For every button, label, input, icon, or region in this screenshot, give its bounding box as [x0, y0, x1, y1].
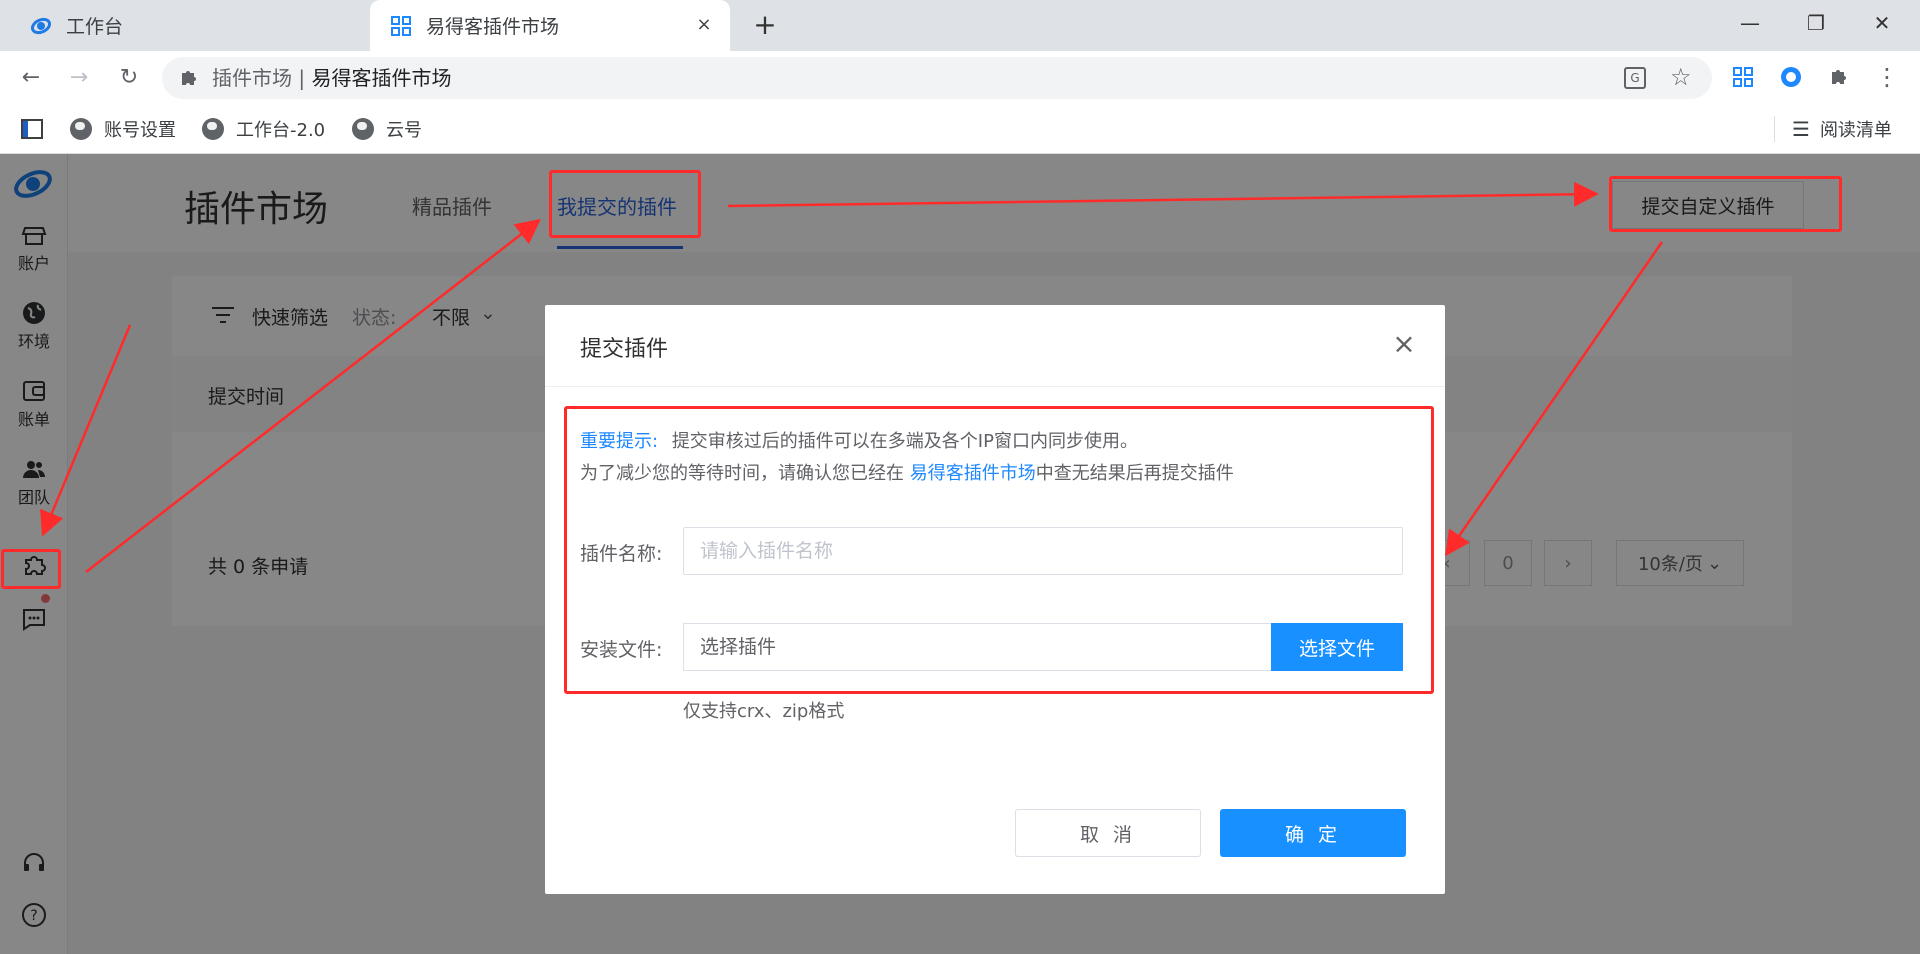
divider [1774, 116, 1775, 142]
bookmark-workbench[interactable]: 工作台-2.0 [202, 114, 325, 144]
grid-icon [391, 15, 411, 36]
address-text: 插件市场 | 易得客插件市场 [212, 66, 452, 90]
app-logo-icon [30, 17, 52, 34]
new-tab-button[interactable]: + [750, 10, 780, 40]
list-icon: ☰ [1792, 117, 1810, 141]
close-icon[interactable]: × [1389, 329, 1419, 359]
annotation-box-plugin-icon [1, 549, 61, 589]
q-extension-icon[interactable] [1776, 62, 1806, 92]
bookmark-cloud[interactable]: 云号 [352, 114, 422, 144]
globe-icon [352, 118, 374, 140]
browser-tab-plugin-market[interactable]: 易得客插件市场 × [370, 0, 730, 51]
puzzle-icon [182, 71, 196, 85]
bookmark-account-settings[interactable]: 账号设置 [70, 114, 176, 144]
annotation-box-form [564, 406, 1434, 694]
star-icon[interactable]: ☆ [1670, 63, 1692, 91]
cancel-button[interactable]: 取 消 [1015, 809, 1201, 857]
back-arrow-icon[interactable]: ← [16, 63, 46, 93]
confirm-button[interactable]: 确 定 [1220, 809, 1406, 857]
sidebar-toggle-icon[interactable] [20, 114, 44, 144]
annotation-box-submit-custom [1609, 176, 1842, 232]
divider [545, 386, 1445, 387]
forward-arrow-icon[interactable]: → [64, 63, 94, 93]
bookmarks-bar: 账号设置 工作台-2.0 云号 ☰ 阅读清单 [0, 104, 1920, 154]
browser-tab-bar: 工作台 易得客插件市场 × + — ❐ ✕ [0, 0, 1920, 51]
browser-tab-workbench[interactable]: 工作台 [0, 0, 370, 51]
annotation-box-my-plugins-tab [549, 170, 701, 238]
restore-icon[interactable]: ❐ [1798, 8, 1834, 38]
reading-list-button[interactable]: ☰ 阅读清单 [1792, 114, 1892, 144]
extensions-puzzle-icon[interactable] [1824, 62, 1854, 92]
close-icon[interactable]: × [692, 13, 716, 37]
translate-icon[interactable]: G [1624, 67, 1646, 89]
menu-kebab-icon[interactable]: ⋮ [1872, 62, 1902, 92]
dialog-title: 提交插件 [580, 337, 669, 362]
tab-title: 工作台 [66, 16, 124, 38]
globe-icon [70, 118, 92, 140]
file-format-hint: 仅支持crx、zip格式 [683, 701, 845, 722]
close-window-icon[interactable]: ✕ [1864, 8, 1900, 38]
address-bar[interactable]: 插件市场 | 易得客插件市场 G ☆ [162, 57, 1712, 99]
reload-icon[interactable]: ↻ [114, 63, 144, 93]
browser-toolbar: ← → ↻ 插件市场 | 易得客插件市场 G ☆ [0, 51, 1920, 104]
tab-title: 易得客插件市场 [426, 16, 560, 38]
globe-icon [202, 118, 224, 140]
minimize-icon[interactable]: — [1732, 8, 1768, 38]
grid-icon[interactable] [1728, 62, 1758, 92]
